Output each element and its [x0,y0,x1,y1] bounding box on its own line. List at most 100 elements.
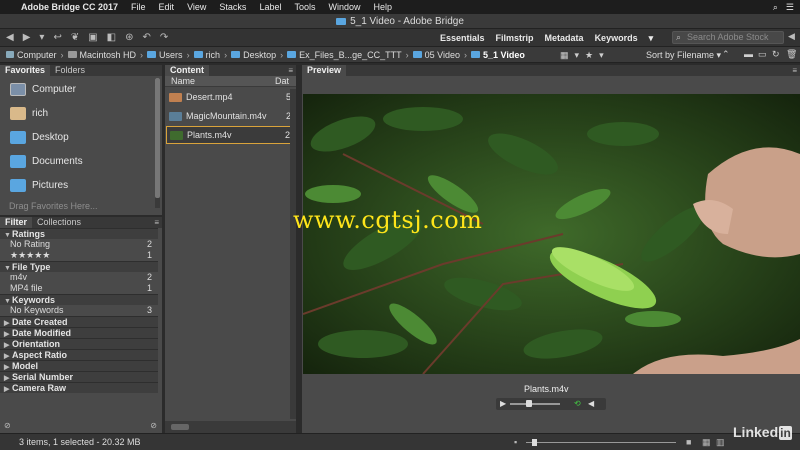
workspace-keywords[interactable]: Keywords [595,33,638,43]
menu-view[interactable]: View [187,2,206,12]
panel-menu-icon[interactable]: ≡ [154,217,159,228]
menu-window[interactable]: Window [328,2,360,12]
new-folder-icon[interactable]: ▭ [758,49,767,60]
filter-section-keywords[interactable]: ▼Keywords [0,294,158,305]
thumbnail-size-slider[interactable] [526,442,676,443]
rating-filter-chevron-icon[interactable]: ▾ [599,50,604,61]
breadcrumb-ex-files[interactable]: Ex_Files_B...ge_CC_TTT › [287,50,409,60]
notification-center-icon[interactable]: ☰ [786,2,794,13]
refine-icon[interactable]: ◧ [107,32,116,43]
favorites-scroll-thumb[interactable] [155,78,160,198]
breadcrumb-users[interactable]: Users › [147,50,190,60]
breadcrumb-computer[interactable]: Computer › [6,50,64,60]
filter-section-date-modified[interactable]: ▶ Date Modified [0,327,158,338]
content-vertical-scrollbar[interactable] [290,89,296,419]
favorites-scrollbar[interactable] [155,78,160,208]
grid-view-icon[interactable]: ▦ [560,50,569,61]
workspace-menu-chevron-icon[interactable]: ▾ [649,33,654,44]
workspace-essentials[interactable]: Essentials [440,33,485,43]
disclosure-closed-icon[interactable]: ▶ [4,385,12,395]
loop-icon[interactable]: ⟲ [574,399,581,408]
panel-menu-icon[interactable]: ≡ [792,65,797,76]
favorite-computer[interactable]: Computer [0,77,162,101]
grid-lock-icon[interactable]: ▦ [702,434,711,450]
app-menu[interactable]: Adobe Bridge CC 2017 [21,2,118,12]
rotate-right-icon[interactable]: ↷ [160,32,168,43]
filter-section-date-created[interactable]: ▶ Date Created [0,316,158,327]
view-options-chevron-icon[interactable]: ▾ [575,50,580,61]
breadcrumb-macintosh-hd[interactable]: Macintosh HD › [67,50,143,60]
boomerang-icon[interactable]: ↩ [53,32,61,43]
tab-content[interactable]: Content [165,65,209,76]
filter-section-orientation[interactable]: ▶ Orientation [0,338,158,349]
thumbnail-size-small-icon[interactable]: ▪ [514,434,517,450]
breadcrumb-05-video[interactable]: 05 Video › [412,50,467,60]
tab-favorites[interactable]: Favorites [0,65,51,76]
boomerang-icon-2[interactable]: ❦ [71,32,79,43]
filter-option[interactable]: ★★★★★ 1 [0,250,158,261]
menu-edit[interactable]: Edit [159,2,175,12]
content-scroll-thumb[interactable] [171,424,189,430]
volume-icon[interactable]: ◀ [588,399,594,408]
filter-option[interactable]: No Rating 2 [0,239,158,250]
menu-help[interactable]: Help [374,2,393,12]
workspace-filmstrip[interactable]: Filmstrip [496,33,534,43]
favorite-documents[interactable]: Documents [0,149,162,173]
rating-filter-icon[interactable]: ★ [585,50,593,61]
open-in-camera-raw-icon[interactable]: ⊛ [125,32,133,43]
open-recent-file-icon[interactable]: ▬ [744,49,753,59]
get-photos-icon[interactable]: ▣ [88,32,97,43]
filter-section-aspect-ratio[interactable]: ▶ Aspect Ratio [0,349,158,360]
filter-option[interactable]: No Keywords 3 [0,305,158,316]
play-icon[interactable]: ▶ [500,399,506,408]
playback-scrubber[interactable] [510,403,560,405]
filter-option[interactable]: MP4 file 1 [0,283,158,294]
filter-section-ratings[interactable]: ▼Ratings [0,228,158,239]
spotlight-icon[interactable]: ⌕ [773,2,778,13]
recent-folders-icon[interactable]: ▾ [39,32,44,43]
column-date[interactable]: Dat [275,76,289,86]
menu-label[interactable]: Label [259,2,281,12]
favorite-desktop[interactable]: Desktop [0,125,162,149]
search-options-icon[interactable]: ◀ [788,31,795,42]
filter-section-model[interactable]: ▶ Model [0,360,158,371]
keep-filter-icon[interactable]: ⊘ [150,421,157,430]
breadcrumb-rich[interactable]: rich › [193,50,227,60]
rotate-left-icon[interactable]: ↶ [143,32,151,43]
filter-section-camera-raw[interactable]: ▶ Camera Raw [0,382,158,393]
favorite-rich[interactable]: rich [0,101,162,125]
thumbnail-size-large-icon[interactable]: ■ [686,434,691,450]
tab-folders[interactable]: Folders [50,65,90,76]
tab-collections[interactable]: Collections [32,217,86,228]
breadcrumb-desktop[interactable]: Desktop › [231,50,283,60]
filter-option[interactable]: m4v 2 [0,272,158,283]
sort-ascending-icon[interactable]: ⌃ [722,49,730,60]
filter-section-serial-number[interactable]: ▶ Serial Number [0,371,158,382]
tab-filter[interactable]: Filter [0,217,33,228]
content-horizontal-scrollbar[interactable] [165,421,296,433]
search-field[interactable]: ⌕ Search Adobe Stock [672,31,784,44]
scrubber-handle[interactable] [526,400,532,407]
video-preview[interactable] [303,94,800,374]
workspace-metadata[interactable]: Metadata [545,33,584,43]
thumbnail-slider-handle[interactable] [532,439,537,446]
panel-menu-icon[interactable]: ≡ [288,65,293,76]
filter-section-file-type[interactable]: ▼File Type [0,261,158,272]
menu-tools[interactable]: Tools [294,2,315,12]
thumbnails-view-icon[interactable]: ▥ [716,434,725,450]
back-icon[interactable]: ◀ [6,32,14,43]
breadcrumb-5-1-video[interactable]: 5_1 Video [471,50,525,60]
file-row[interactable]: MagicMountain.m4v 2 [166,107,295,125]
delete-icon[interactable]: 🗑 [786,49,797,60]
menu-file[interactable]: File [131,2,146,12]
file-row[interactable]: Plants.m4v 2 [166,126,295,144]
tab-preview[interactable]: Preview [302,65,347,76]
rotate-icon[interactable]: ↻ [772,49,780,60]
file-row[interactable]: Desert.mp4 5 [166,88,295,106]
menu-stacks[interactable]: Stacks [219,2,246,12]
column-name[interactable]: Name [165,76,275,86]
sort-by-menu[interactable]: Sort by Filename ▾ [646,50,721,61]
favorite-pictures[interactable]: Pictures [0,173,162,197]
forward-icon[interactable]: ▶ [23,32,31,43]
clear-filter-icon[interactable]: ⊘ [4,421,11,430]
